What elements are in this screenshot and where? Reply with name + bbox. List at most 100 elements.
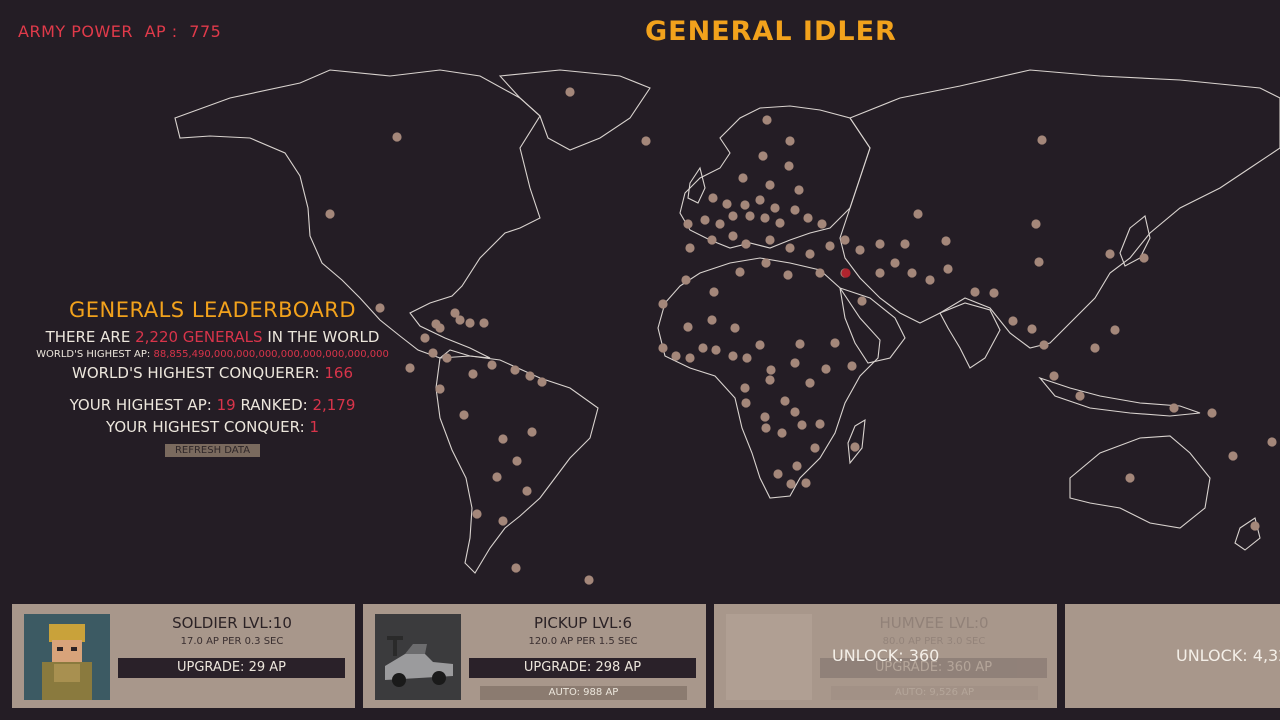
territory-marker[interactable] xyxy=(857,296,867,306)
territory-marker[interactable] xyxy=(810,443,820,453)
territory-marker[interactable] xyxy=(761,423,771,433)
territory-marker[interactable] xyxy=(1228,451,1238,461)
territory-marker[interactable] xyxy=(685,353,695,363)
territory-marker[interactable] xyxy=(1039,340,1049,350)
pickup-auto-button[interactable]: AUTO: 988 AP xyxy=(480,686,687,700)
territory-marker[interactable] xyxy=(755,340,765,350)
territory-marker[interactable] xyxy=(855,245,865,255)
territory-marker[interactable] xyxy=(658,299,668,309)
territory-marker[interactable] xyxy=(989,288,999,298)
next-unit-unlock-button[interactable]: UNLOCK: 4,32 xyxy=(1176,646,1280,665)
territory-marker[interactable] xyxy=(1031,219,1041,229)
pickup-upgrade-button[interactable]: UPGRADE: 298 AP xyxy=(469,658,696,678)
territory-marker[interactable] xyxy=(841,268,851,278)
territory-marker[interactable] xyxy=(1105,249,1115,259)
territory-marker[interactable] xyxy=(685,243,695,253)
territory-marker[interactable] xyxy=(738,173,748,183)
territory-marker[interactable] xyxy=(785,136,795,146)
territory-marker[interactable] xyxy=(745,211,755,221)
territory-marker[interactable] xyxy=(742,353,752,363)
territory-marker[interactable] xyxy=(790,358,800,368)
territory-marker[interactable] xyxy=(970,287,980,297)
territory-marker[interactable] xyxy=(1250,521,1260,531)
territory-marker[interactable] xyxy=(715,219,725,229)
territory-marker[interactable] xyxy=(511,563,521,573)
territory-marker[interactable] xyxy=(527,427,537,437)
territory-marker[interactable] xyxy=(1037,135,1047,145)
territory-marker[interactable] xyxy=(740,383,750,393)
humvee-unlock-button[interactable]: UNLOCK: 360 xyxy=(832,646,939,665)
territory-marker[interactable] xyxy=(641,136,651,146)
territory-marker[interactable] xyxy=(847,361,857,371)
territory-marker[interactable] xyxy=(728,231,738,241)
territory-marker[interactable] xyxy=(428,348,438,358)
territory-marker[interactable] xyxy=(498,516,508,526)
territory-marker[interactable] xyxy=(795,339,805,349)
territory-marker[interactable] xyxy=(815,419,825,429)
territory-marker[interactable] xyxy=(728,211,738,221)
territory-marker[interactable] xyxy=(465,318,475,328)
territory-marker[interactable] xyxy=(722,199,732,209)
territory-marker[interactable] xyxy=(760,412,770,422)
territory-marker[interactable] xyxy=(821,364,831,374)
territory-marker[interactable] xyxy=(707,235,717,245)
territory-marker[interactable] xyxy=(735,267,745,277)
territory-marker[interactable] xyxy=(459,410,469,420)
territory-marker[interactable] xyxy=(801,478,811,488)
territory-marker[interactable] xyxy=(805,378,815,388)
territory-marker[interactable] xyxy=(1027,324,1037,334)
territory-marker[interactable] xyxy=(805,249,815,259)
territory-marker[interactable] xyxy=(794,185,804,195)
next-unit-card[interactable]: UNLOCK: 4,32 xyxy=(1065,604,1280,708)
territory-marker[interactable] xyxy=(777,428,787,438)
territory-marker[interactable] xyxy=(758,151,768,161)
territory-marker[interactable] xyxy=(850,442,860,452)
soldier-upgrade-button[interactable]: UPGRADE: 29 AP xyxy=(118,658,345,678)
territory-marker[interactable] xyxy=(840,235,850,245)
territory-marker[interactable] xyxy=(1075,391,1085,401)
territory-marker[interactable] xyxy=(803,213,813,223)
territory-marker[interactable] xyxy=(709,287,719,297)
territory-marker[interactable] xyxy=(792,461,802,471)
territory-marker[interactable] xyxy=(700,215,710,225)
territory-marker[interactable] xyxy=(875,268,885,278)
territory-marker[interactable] xyxy=(698,343,708,353)
territory-marker[interactable] xyxy=(708,193,718,203)
territory-marker[interactable] xyxy=(1110,325,1120,335)
territory-marker[interactable] xyxy=(815,268,825,278)
territory-marker[interactable] xyxy=(472,509,482,519)
territory-marker[interactable] xyxy=(1125,473,1135,483)
territory-markers[interactable] xyxy=(325,87,1277,585)
territory-marker[interactable] xyxy=(762,115,772,125)
territory-marker[interactable] xyxy=(1049,371,1059,381)
territory-marker[interactable] xyxy=(492,472,502,482)
territory-marker[interactable] xyxy=(755,195,765,205)
territory-marker[interactable] xyxy=(1169,403,1179,413)
territory-marker[interactable] xyxy=(498,434,508,444)
territory-marker[interactable] xyxy=(766,365,776,375)
territory-marker[interactable] xyxy=(900,239,910,249)
territory-marker[interactable] xyxy=(740,200,750,210)
territory-marker[interactable] xyxy=(681,275,691,285)
territory-marker[interactable] xyxy=(707,315,717,325)
territory-marker[interactable] xyxy=(817,219,827,229)
territory-marker[interactable] xyxy=(1207,408,1217,418)
territory-marker[interactable] xyxy=(830,338,840,348)
territory-marker[interactable] xyxy=(786,479,796,489)
territory-marker[interactable] xyxy=(761,258,771,268)
territory-marker[interactable] xyxy=(711,345,721,355)
territory-marker[interactable] xyxy=(325,209,335,219)
territory-marker[interactable] xyxy=(790,407,800,417)
territory-marker[interactable] xyxy=(392,132,402,142)
territory-marker[interactable] xyxy=(775,218,785,228)
territory-marker[interactable] xyxy=(825,241,835,251)
territory-marker[interactable] xyxy=(435,384,445,394)
territory-marker[interactable] xyxy=(925,275,935,285)
territory-marker[interactable] xyxy=(907,268,917,278)
territory-marker[interactable] xyxy=(450,308,460,318)
territory-marker[interactable] xyxy=(875,239,885,249)
territory-marker[interactable] xyxy=(943,264,953,274)
territory-marker[interactable] xyxy=(780,396,790,406)
territory-marker[interactable] xyxy=(790,205,800,215)
territory-marker[interactable] xyxy=(683,322,693,332)
